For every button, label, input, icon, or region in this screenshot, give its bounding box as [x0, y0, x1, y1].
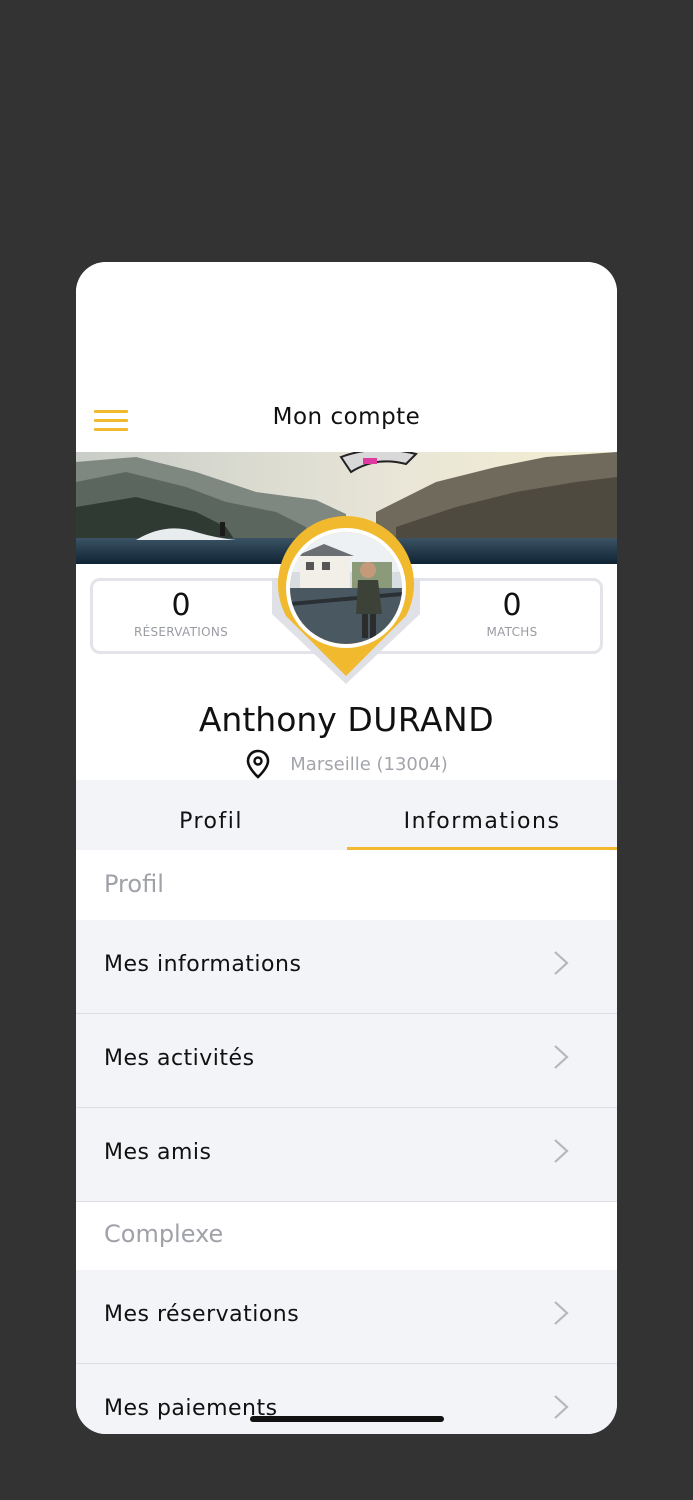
- chevron-right-icon: [554, 1139, 569, 1163]
- reservations-count: 0: [171, 588, 191, 623]
- user-location: Marseille (13004): [76, 749, 617, 781]
- list-item-label: Mes réservations: [104, 1302, 300, 1327]
- list-item-mes-paiements[interactable]: Mes paiements: [76, 1364, 617, 1434]
- avatar[interactable]: [286, 528, 406, 648]
- chevron-right-icon: [554, 951, 569, 975]
- list-item-label: Mes informations: [104, 952, 302, 977]
- list-item-mes-amis[interactable]: Mes amis: [76, 1108, 617, 1202]
- list-item-label: Mes activités: [104, 1046, 255, 1071]
- matchs-count: 0: [502, 588, 522, 623]
- phone-screen: Mon compte 0 RÉSERVATIONS 0 MATCHS Antho…: [76, 262, 617, 1434]
- tab-informations[interactable]: Informations: [347, 780, 617, 850]
- list-item-mes-informations[interactable]: Mes informations: [76, 920, 617, 1014]
- tab-profil[interactable]: Profil: [76, 780, 346, 850]
- list-item-label: Mes amis: [104, 1140, 212, 1165]
- location-pin-icon: [246, 749, 270, 779]
- section-title-complexe: Complexe: [104, 1220, 224, 1248]
- list-item-mes-activites[interactable]: Mes activités: [76, 1014, 617, 1108]
- matchs-label: MATCHS: [486, 625, 538, 639]
- user-first-name: Anthony: [198, 700, 337, 739]
- tab-bar: Profil Informations: [76, 780, 617, 850]
- app-header: Mon compte: [76, 262, 617, 452]
- location-text: Marseille (13004): [290, 753, 448, 775]
- home-indicator[interactable]: [250, 1416, 444, 1422]
- section-title-profil: Profil: [104, 870, 164, 898]
- user-last-name: DURAND: [347, 700, 495, 739]
- reservations-stat[interactable]: 0 RÉSERVATIONS: [101, 588, 261, 640]
- matchs-stat[interactable]: 0 MATCHS: [432, 588, 592, 640]
- reservations-label: RÉSERVATIONS: [133, 625, 229, 639]
- chevron-right-icon: [554, 1395, 569, 1419]
- active-tab-indicator: [347, 847, 617, 850]
- page-title: Mon compte: [272, 404, 421, 430]
- list-item-mes-reservations[interactable]: Mes réservations: [76, 1270, 617, 1364]
- user-name: Anthony DURAND: [76, 700, 617, 739]
- chevron-right-icon: [554, 1301, 569, 1325]
- chevron-right-icon: [554, 1045, 569, 1069]
